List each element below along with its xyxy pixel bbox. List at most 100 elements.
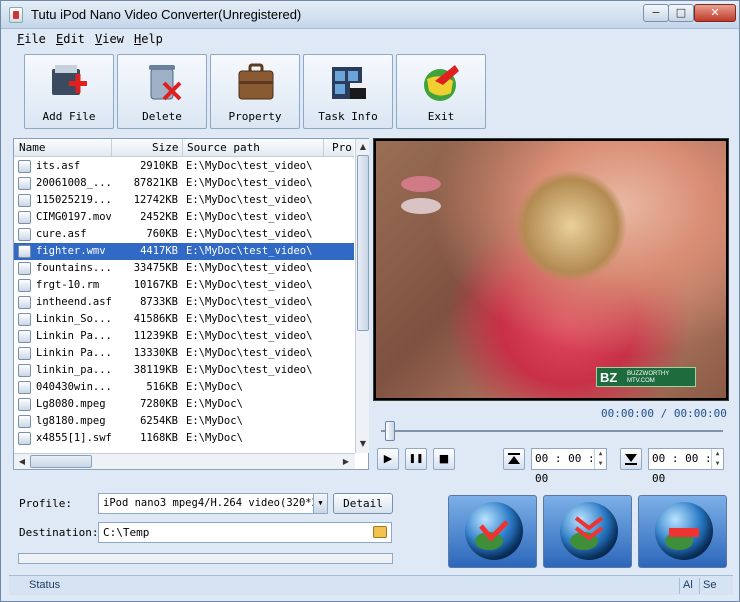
table-row[interactable]: cure.asf 760KB E:\MyDoc\test_video\ (14, 226, 354, 243)
menu-file[interactable]: File (17, 32, 46, 46)
col-pro[interactable]: Pro (332, 141, 352, 154)
convert-all-button[interactable] (543, 495, 632, 568)
file-source-path: E:\MyDoc\test_video\ (186, 177, 313, 189)
file-name: cure.asf (36, 228, 87, 240)
file-name: 20061008_... (36, 177, 111, 189)
title-bar: Tutu iPod Nano Video Converter(Unregiste… (1, 1, 739, 29)
file-name: fighter.wmv (36, 245, 106, 257)
seek-track[interactable] (381, 430, 723, 432)
table-row[interactable]: fighter.wmv 4417KB E:\MyDoc\test_video\ (14, 243, 354, 260)
preview-frame: BZ BUZZWORTHY MTV.COM (376, 141, 726, 398)
table-row[interactable]: 040430win... 516KB E:\MyDoc\ (14, 379, 354, 396)
maximize-button[interactable]: □ (668, 4, 694, 22)
menu-help[interactable]: Help (134, 32, 163, 46)
table-row[interactable]: Linkin Pa... 11239KB E:\MyDoc\test_video\ (14, 328, 354, 345)
file-size: 2910KB (140, 160, 178, 172)
file-list[interactable]: Name Size Source path Pro its.asf 2910KB E… (13, 138, 369, 470)
table-row[interactable]: its.asf 2910KB E:\MyDoc\test_video\ (14, 158, 354, 175)
task-info-button[interactable]: Task Info (303, 54, 393, 129)
exit-button[interactable]: Exit (396, 54, 486, 129)
video-file-icon (18, 211, 31, 224)
start-time-spinner-icon[interactable]: ▲ ▼ (594, 449, 606, 469)
chevron-down-icon[interactable]: ▼ (313, 494, 327, 513)
menu-view[interactable]: View (95, 32, 124, 46)
play-button[interactable]: ▶ (377, 448, 399, 470)
delete-label: Delete (142, 110, 182, 123)
video-file-icon (18, 313, 31, 326)
stop-button[interactable]: ■ (433, 448, 455, 470)
table-row[interactable]: frgt-10.rm 10167KB E:\MyDoc\test_video\ (14, 277, 354, 294)
hscroll-thumb[interactable] (30, 455, 92, 468)
playback-time: 00:00:00 / 00:00:00 (601, 407, 727, 420)
file-name: lg8180.mpeg (36, 415, 106, 427)
table-row[interactable]: Linkin Pa... 13330KB E:\MyDoc\test_video\ (14, 345, 354, 362)
seek-slider[interactable] (385, 421, 395, 441)
file-name: 040430win... (36, 381, 111, 393)
col-source-path[interactable]: Source path (187, 141, 260, 154)
file-name: intheend.asf (36, 296, 111, 308)
file-size: 41586KB (133, 313, 178, 325)
pause-button[interactable]: ❚❚ (405, 448, 427, 470)
scroll-thumb[interactable] (357, 155, 369, 331)
file-size: 6254KB (140, 415, 178, 427)
scroll-left-icon[interactable]: ◀ (15, 455, 29, 469)
delete-button[interactable]: Delete (117, 54, 207, 129)
set-start-button[interactable] (503, 448, 525, 470)
table-row[interactable]: 20061008_... 87821KB E:\MyDoc\test_video\ (14, 175, 354, 192)
scroll-up-icon[interactable]: ▲ (356, 140, 370, 154)
scroll-right-icon[interactable]: ▶ (339, 455, 353, 469)
menu-edit[interactable]: Edit (56, 32, 85, 46)
add-file-label: Add File (42, 110, 96, 123)
property-button[interactable]: Property (210, 54, 300, 129)
table-row[interactable]: CIMG0197.mov 2452KB E:\MyDoc\test_video\ (14, 209, 354, 226)
detail-button[interactable]: Detail (333, 493, 393, 514)
file-source-path: E:\MyDoc\test_video\ (186, 330, 313, 342)
table-row[interactable]: lg8180.mpeg 6254KB E:\MyDoc\ (14, 413, 354, 430)
col-size[interactable]: Size (152, 141, 179, 154)
set-end-button[interactable] (620, 448, 642, 470)
video-file-icon (18, 296, 31, 309)
profile-label: Profile: (19, 497, 72, 510)
table-row[interactable]: Lg8080.mpeg 7280KB E:\MyDoc\ (14, 396, 354, 413)
file-size: 38119KB (133, 364, 178, 376)
video-file-icon (18, 262, 31, 275)
video-file-icon (18, 398, 31, 411)
table-row[interactable]: 115025219... 12742KB E:\MyDoc\test_video\ (14, 192, 354, 209)
file-source-path: E:\MyDoc\test_video\ (186, 262, 313, 274)
horizontal-scrollbar[interactable]: ◀ ▶ (14, 453, 355, 469)
conversion-progress (18, 553, 393, 564)
file-source-path: E:\MyDoc\test_video\ (186, 245, 313, 257)
col-name[interactable]: Name (19, 141, 46, 154)
table-row[interactable]: x4855[1].swf 1168KB E:\MyDoc\ (14, 430, 354, 447)
file-name: its.asf (36, 160, 81, 172)
watermark-logo: BZ BUZZWORTHY MTV.COM (596, 367, 696, 387)
file-name: x4855[1].swf (36, 432, 111, 444)
browse-folder-icon[interactable] (373, 526, 387, 538)
stop-convert-button[interactable] (638, 495, 727, 568)
convert-check-icon (465, 502, 523, 560)
table-row[interactable]: fountains... 33475KB E:\MyDoc\test_video\ (14, 260, 354, 277)
end-time-field[interactable]: 00 : 00 : 00 ▲ ▼ (648, 448, 724, 485)
video-file-icon (18, 330, 31, 343)
file-source-path: E:\MyDoc\test_video\ (186, 364, 313, 376)
table-row[interactable]: intheend.asf 8733KB E:\MyDoc\test_video\ (14, 294, 354, 311)
table-row[interactable]: Linkin_So... 41586KB E:\MyDoc\test_video\ (14, 311, 354, 328)
file-name: Linkin_So... (36, 313, 111, 325)
convert-all-icon (560, 502, 618, 560)
convert-button[interactable] (448, 495, 537, 568)
destination-field[interactable]: C:\Temp (98, 522, 392, 543)
destination-label: Destination: (19, 526, 99, 539)
end-time-spinner-icon[interactable]: ▲ ▼ (711, 449, 723, 469)
start-time-field[interactable]: 00 : 00 : 00 ▲ ▼ (531, 448, 607, 485)
add-file-button[interactable]: Add File (24, 54, 114, 129)
vertical-scrollbar[interactable]: ▲ ▼ (355, 139, 369, 453)
file-size: 2452KB (140, 211, 178, 223)
minimize-button[interactable]: − (643, 4, 669, 22)
window-title: Tutu iPod Nano Video Converter(Unregiste… (31, 7, 302, 22)
file-size: 11239KB (133, 330, 178, 342)
scroll-down-icon[interactable]: ▼ (356, 437, 370, 451)
close-button[interactable]: ✕ (694, 4, 736, 22)
set-start-icon (508, 453, 520, 464)
table-row[interactable]: linkin_pa... 38119KB E:\MyDoc\test_video\ (14, 362, 354, 379)
profile-select[interactable]: iPod nano3 mpeg4/H.264 video(320*240) ▼ (98, 493, 328, 514)
